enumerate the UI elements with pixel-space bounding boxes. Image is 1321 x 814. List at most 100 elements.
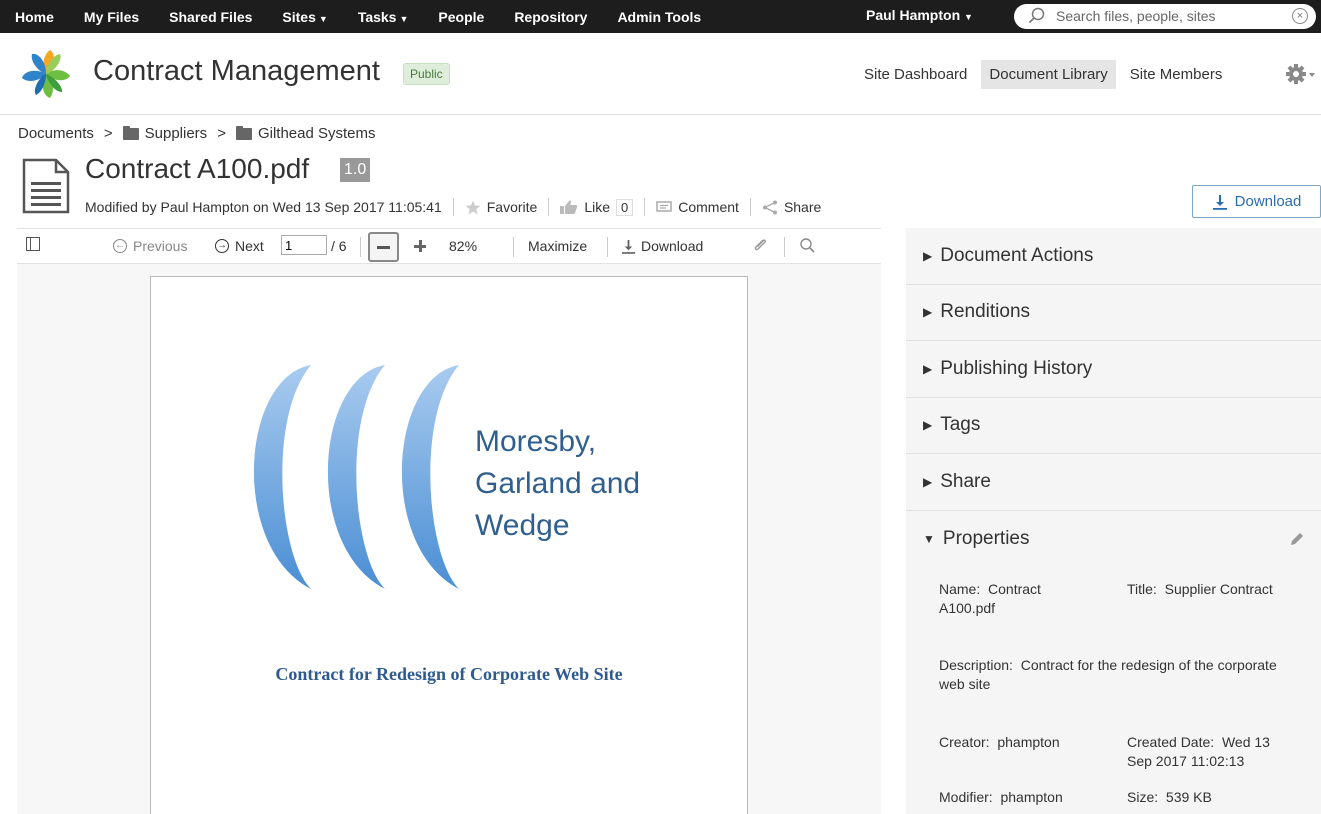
comment-label: Comment bbox=[678, 199, 739, 215]
triangle-right-icon: ▶ bbox=[923, 418, 933, 433]
prop-label: Name: bbox=[939, 581, 981, 597]
zoom-in-button[interactable] bbox=[414, 240, 426, 252]
maximize-button[interactable]: Maximize bbox=[528, 238, 587, 254]
prop-label: Modifier: bbox=[939, 789, 993, 805]
link-icon[interactable] bbox=[752, 237, 770, 255]
nav-tasks[interactable]: Tasks ▼ bbox=[343, 9, 424, 25]
nav-sites[interactable]: Sites ▼ bbox=[267, 9, 342, 25]
toolbar-divider bbox=[360, 237, 361, 257]
section-share[interactable]: ▶ Share bbox=[906, 454, 1321, 511]
nav-shared-files[interactable]: Shared Files bbox=[154, 9, 267, 25]
download-button[interactable]: Download bbox=[1192, 185, 1321, 218]
section-label: Publishing History bbox=[940, 357, 1093, 379]
like-button[interactable]: Like 0 bbox=[560, 198, 634, 216]
previous-page-button[interactable]: ← Previous bbox=[113, 238, 187, 254]
site-nav-dashboard[interactable]: Site Dashboard bbox=[856, 60, 975, 89]
prop-label: Description: bbox=[939, 657, 1013, 673]
breadcrumb-separator: > bbox=[217, 125, 226, 142]
thumbs-up-icon bbox=[560, 200, 578, 214]
section-label: Document Actions bbox=[940, 244, 1094, 266]
document-title: Contract A100.pdf bbox=[85, 153, 310, 184]
prop-value: Supplier Contract bbox=[1164, 581, 1273, 597]
arrow-right-icon: → bbox=[215, 239, 229, 253]
breadcrumb-suppliers[interactable]: Suppliers bbox=[145, 125, 208, 142]
section-publishing-history[interactable]: ▶ Publishing History bbox=[906, 341, 1321, 398]
zoom-out-button[interactable] bbox=[368, 232, 399, 262]
toolbar-divider bbox=[513, 237, 514, 257]
section-label: Tags bbox=[940, 414, 981, 436]
gear-icon[interactable] bbox=[1285, 63, 1315, 85]
triangle-down-icon: ▼ bbox=[923, 531, 935, 546]
alfresco-logo-icon bbox=[22, 50, 70, 98]
prop-description: Description: Contract for the redesign o… bbox=[939, 656, 1289, 694]
site-title[interactable]: Contract Management bbox=[93, 55, 380, 88]
next-page-button[interactable]: → Next bbox=[215, 238, 264, 254]
viewer-toolbar: ← Previous → Next / 6 82% Maximize Downl… bbox=[17, 228, 881, 264]
chevron-down-icon: ▼ bbox=[399, 13, 409, 24]
section-properties[interactable]: ▼ Properties bbox=[906, 511, 1321, 567]
section-label: Share bbox=[940, 470, 991, 492]
chevron-down-icon: ▼ bbox=[964, 12, 973, 22]
download-icon bbox=[1212, 194, 1227, 210]
nav-sites-label: Sites bbox=[282, 8, 316, 25]
page-number-input[interactable] bbox=[281, 235, 327, 255]
share-icon bbox=[762, 200, 777, 214]
site-nav: Site Dashboard Document Library Site Mem… bbox=[856, 60, 1236, 89]
modified-by-user[interactable]: Paul Hampton bbox=[160, 199, 249, 215]
viewer-download-button[interactable]: Download bbox=[621, 238, 703, 254]
company-logo-crescents bbox=[253, 365, 459, 589]
document-viewer[interactable]: Moresby, Garland and Wedge Contract for … bbox=[17, 264, 881, 814]
section-renditions[interactable]: ▶ Renditions bbox=[906, 285, 1321, 341]
nav-home[interactable]: Home bbox=[0, 9, 69, 25]
pdf-page: Moresby, Garland and Wedge Contract for … bbox=[150, 276, 748, 814]
meta-divider bbox=[749, 198, 751, 216]
nav-my-files[interactable]: My Files bbox=[69, 9, 154, 25]
folder-icon bbox=[235, 125, 252, 140]
section-label: Renditions bbox=[940, 301, 1031, 323]
triangle-right-icon: ▶ bbox=[923, 305, 933, 320]
prop-title: Title: Supplier Contract bbox=[1127, 580, 1287, 599]
like-count: 0 bbox=[616, 198, 634, 216]
section-tags[interactable]: ▶ Tags bbox=[906, 398, 1321, 454]
prop-value: phampton bbox=[997, 734, 1060, 750]
toolbar-divider bbox=[784, 237, 785, 257]
company-name-line: Moresby, bbox=[475, 425, 597, 458]
nav-people[interactable]: People bbox=[423, 9, 499, 25]
prop-creator: Creator: phampton bbox=[939, 733, 1109, 752]
version-badge: 1.0 bbox=[340, 158, 371, 182]
like-label: Like bbox=[584, 199, 611, 215]
favorite-label: Favorite bbox=[486, 199, 538, 215]
favorite-button[interactable]: Favorite bbox=[465, 199, 538, 215]
next-label: Next bbox=[235, 238, 264, 254]
site-nav-members[interactable]: Site Members bbox=[1122, 60, 1231, 89]
folder-icon bbox=[122, 125, 139, 140]
meta-divider bbox=[644, 198, 646, 216]
prop-label: Created Date: bbox=[1127, 734, 1215, 750]
modified-on-prefix: on bbox=[253, 199, 269, 215]
clear-search-icon[interactable]: × bbox=[1292, 8, 1308, 24]
meta-divider bbox=[548, 198, 550, 216]
comment-button[interactable]: Comment bbox=[656, 199, 739, 215]
section-label: Properties bbox=[942, 527, 1030, 549]
share-button[interactable]: Share bbox=[762, 199, 821, 215]
breadcrumb-gilthead-systems[interactable]: Gilthead Systems bbox=[258, 125, 376, 142]
toggle-sidebar-icon[interactable] bbox=[26, 237, 40, 251]
top-nav: Home My Files Shared Files Sites ▼ Tasks ▼… bbox=[0, 0, 716, 33]
breadcrumb-documents[interactable]: Documents bbox=[18, 125, 94, 142]
breadcrumb-separator: > bbox=[103, 125, 113, 142]
contract-subtitle: Contract for Redesign of Corporate Web S… bbox=[275, 664, 623, 684]
site-nav-document-library[interactable]: Document Library bbox=[981, 60, 1116, 89]
triangle-right-icon: ▶ bbox=[923, 474, 933, 489]
nav-admin-tools[interactable]: Admin Tools bbox=[602, 9, 716, 25]
search-box: × bbox=[1014, 4, 1316, 29]
search-icon[interactable] bbox=[799, 237, 817, 255]
search-input[interactable] bbox=[1056, 6, 1286, 26]
nav-repository[interactable]: Repository bbox=[499, 9, 602, 25]
prop-value: phampton bbox=[1000, 789, 1063, 805]
user-menu[interactable]: Paul Hampton ▼ bbox=[866, 7, 973, 23]
section-document-actions[interactable]: ▶ Document Actions bbox=[906, 228, 1321, 285]
edit-pencil-icon[interactable] bbox=[1289, 531, 1305, 547]
modified-prefix: Modified by bbox=[85, 199, 157, 215]
prop-label: Size: bbox=[1127, 789, 1159, 805]
meta-divider bbox=[452, 198, 454, 216]
